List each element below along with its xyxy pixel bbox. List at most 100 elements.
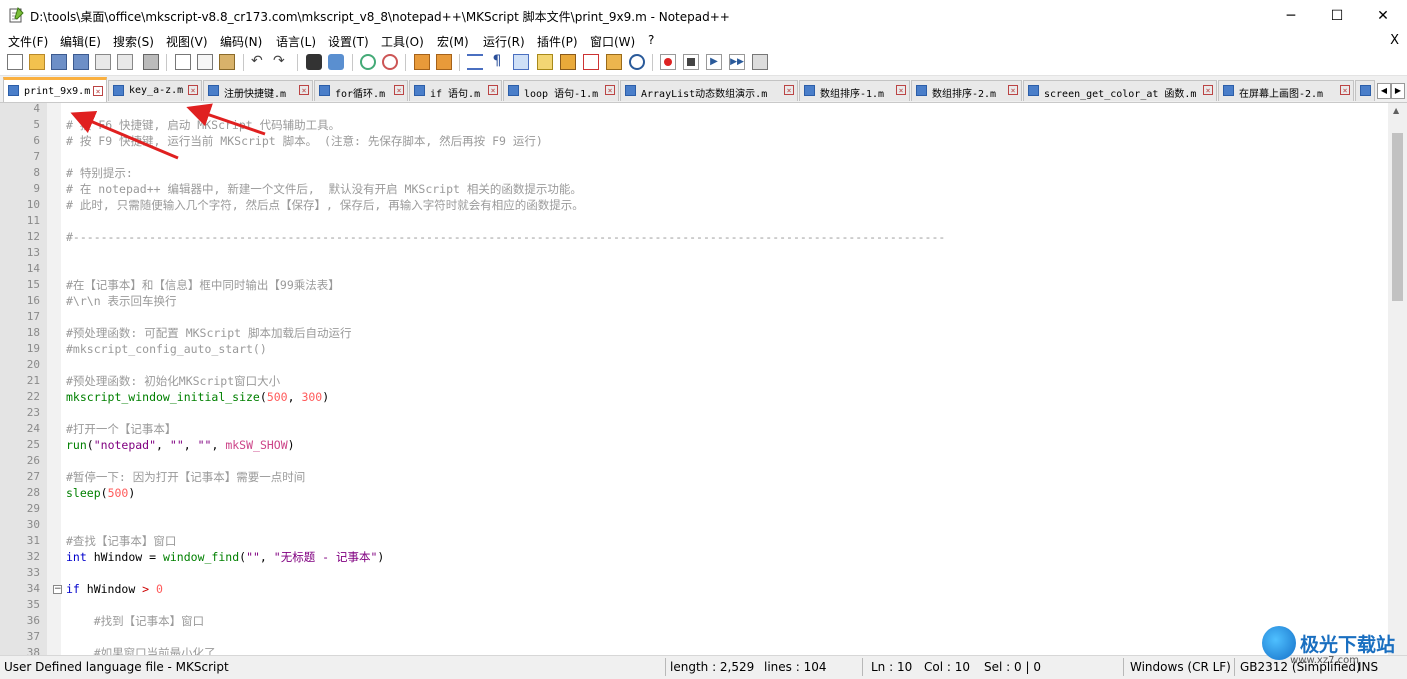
line-number: 38: [26, 646, 40, 655]
record-macro-icon[interactable]: [660, 54, 676, 70]
scrollbar-thumb[interactable]: [1392, 133, 1403, 301]
tab-close-icon[interactable]: ×: [188, 85, 198, 95]
code-text: #预处理函数: 初始化MKScript窗口大小: [66, 374, 281, 388]
open-file-icon[interactable]: [29, 54, 45, 70]
folder-as-workspace-icon[interactable]: [606, 54, 622, 70]
line-number: 25: [26, 438, 40, 451]
code-line: 7: [0, 149, 1388, 165]
tab-label: if 语句.m: [430, 89, 481, 100]
scroll-up-icon[interactable]: ▲: [1393, 106, 1399, 115]
code-text: int hWindow = window_find("", "无标题 - 记事本…: [66, 550, 385, 564]
close-all-icon[interactable]: [117, 54, 133, 70]
close-document-button[interactable]: X: [1390, 33, 1399, 48]
line-number: 27: [26, 470, 40, 483]
maximize-button[interactable]: ☐: [1314, 0, 1360, 31]
fold-toggle[interactable]: −: [53, 585, 62, 594]
vertical-scrollbar[interactable]: ▲: [1388, 103, 1407, 655]
menu-view[interactable]: 视图(V): [166, 33, 208, 50]
menu-file[interactable]: 文件(F): [8, 33, 48, 50]
tab-close-icon[interactable]: ×: [93, 86, 103, 96]
save-icon[interactable]: [51, 54, 67, 70]
status-eol[interactable]: Windows (CR LF): [1130, 660, 1231, 674]
find-icon[interactable]: [306, 54, 322, 70]
menu-macro[interactable]: 宏(M): [437, 33, 469, 50]
menu-help[interactable]: ?: [648, 33, 654, 47]
tab-close-icon[interactable]: ×: [1203, 85, 1213, 95]
status-line-number: Ln : 10: [871, 660, 913, 674]
line-number: 31: [26, 534, 40, 547]
tab-close-icon[interactable]: ×: [394, 85, 404, 95]
paste-icon[interactable]: [219, 54, 235, 70]
code-line: 13: [0, 245, 1388, 261]
function-list-icon[interactable]: [583, 54, 599, 70]
tab-loop-statement[interactable]: loop 语句-1.m ×: [503, 80, 619, 101]
code-editor[interactable]: 4 5 # 按 F6 快捷键, 启动 MKScript 代码辅助工具。 6 # …: [0, 103, 1407, 655]
tab-screen-get-color[interactable]: screen_get_color_at 函数.m ×: [1023, 80, 1217, 101]
user-defined-language-icon[interactable]: [537, 54, 553, 70]
menu-run[interactable]: 运行(R): [483, 33, 525, 50]
status-column: Col : 10: [924, 660, 970, 674]
undo-icon[interactable]: ↶: [251, 54, 267, 70]
tab-close-icon[interactable]: ×: [896, 85, 906, 95]
save-macro-icon[interactable]: [752, 54, 768, 70]
replace-icon[interactable]: [328, 54, 344, 70]
line-number: 13: [26, 246, 40, 259]
minimize-button[interactable]: ─: [1268, 0, 1314, 31]
tab-register-hotkey[interactable]: 注册快捷键.m ×: [203, 80, 313, 101]
menu-tools[interactable]: 工具(O): [381, 33, 424, 50]
menu-settings[interactable]: 设置(T): [328, 33, 369, 50]
menu-edit[interactable]: 编辑(E): [60, 33, 101, 50]
word-wrap-icon[interactable]: [467, 54, 483, 70]
new-file-icon[interactable]: [7, 54, 23, 70]
tab-key-a-z[interactable]: key_a-z.m ×: [108, 80, 202, 101]
run-macro-multiple-icon[interactable]: ▶▶: [729, 54, 745, 70]
menu-encoding[interactable]: 编码(N): [220, 33, 262, 50]
tab-for-loop[interactable]: for循环.m ×: [314, 80, 408, 101]
tab-overflow[interactable]: [1355, 80, 1375, 101]
tab-close-icon[interactable]: ×: [1008, 85, 1018, 95]
line-number: 37: [26, 630, 40, 643]
tab-close-icon[interactable]: ×: [299, 85, 309, 95]
menu-language[interactable]: 语言(L): [276, 33, 316, 50]
show-all-characters-icon[interactable]: ¶: [489, 54, 505, 70]
tab-array-sort-2[interactable]: 数组排序-2.m ×: [911, 80, 1022, 101]
line-number: 20: [26, 358, 40, 371]
tab-if-statement[interactable]: if 语句.m ×: [409, 80, 502, 101]
line-number: 4: [33, 103, 40, 115]
monitoring-icon[interactable]: [629, 54, 645, 70]
tab-close-icon[interactable]: ×: [1340, 85, 1350, 95]
tab-close-icon[interactable]: ×: [605, 85, 615, 95]
code-text: if hWindow > 0: [66, 582, 163, 596]
zoom-in-icon[interactable]: [360, 54, 376, 70]
zoom-out-icon[interactable]: [382, 54, 398, 70]
sync-horizontal-icon[interactable]: [436, 54, 452, 70]
close-file-icon[interactable]: [95, 54, 111, 70]
redo-icon[interactable]: ↷: [273, 54, 289, 70]
tab-scroll-left-icon[interactable]: ◀: [1377, 83, 1391, 99]
cut-icon[interactable]: [175, 54, 191, 70]
stop-recording-icon[interactable]: [683, 54, 699, 70]
indent-guide-icon[interactable]: [513, 54, 529, 70]
close-window-button[interactable]: ✕: [1360, 0, 1406, 31]
tab-print-9x9[interactable]: print_9x9.m ×: [3, 77, 107, 102]
copy-icon[interactable]: [197, 54, 213, 70]
tab-label: 数组排序-2.m: [932, 89, 997, 100]
tab-draw-on-screen-2[interactable]: 在屏幕上画图-2.m ×: [1218, 80, 1354, 101]
tab-close-icon[interactable]: ×: [488, 85, 498, 95]
minimize-icon: ─: [1286, 7, 1296, 24]
line-number: 24: [26, 422, 40, 435]
tab-array-sort-1[interactable]: 数组排序-1.m ×: [799, 80, 910, 101]
save-all-icon[interactable]: [73, 54, 89, 70]
menu-plugins[interactable]: 插件(P): [537, 33, 578, 50]
tab-close-icon[interactable]: ×: [784, 85, 794, 95]
play-macro-icon[interactable]: ▶: [706, 54, 722, 70]
sync-vertical-icon[interactable]: [414, 54, 430, 70]
menu-search[interactable]: 搜索(S): [113, 33, 154, 50]
line-number: 19: [26, 342, 40, 355]
code-line: 9 # 在 notepad++ 编辑器中, 新建一个文件后, 默认没有开启 MK…: [0, 181, 1388, 197]
document-map-icon[interactable]: [560, 54, 576, 70]
menu-window[interactable]: 窗口(W): [590, 33, 635, 50]
print-icon[interactable]: [143, 54, 159, 70]
tab-scroll-right-icon[interactable]: ▶: [1391, 83, 1405, 99]
tab-arraylist-demo[interactable]: ArrayList动态数组演示.m ×: [620, 80, 798, 101]
